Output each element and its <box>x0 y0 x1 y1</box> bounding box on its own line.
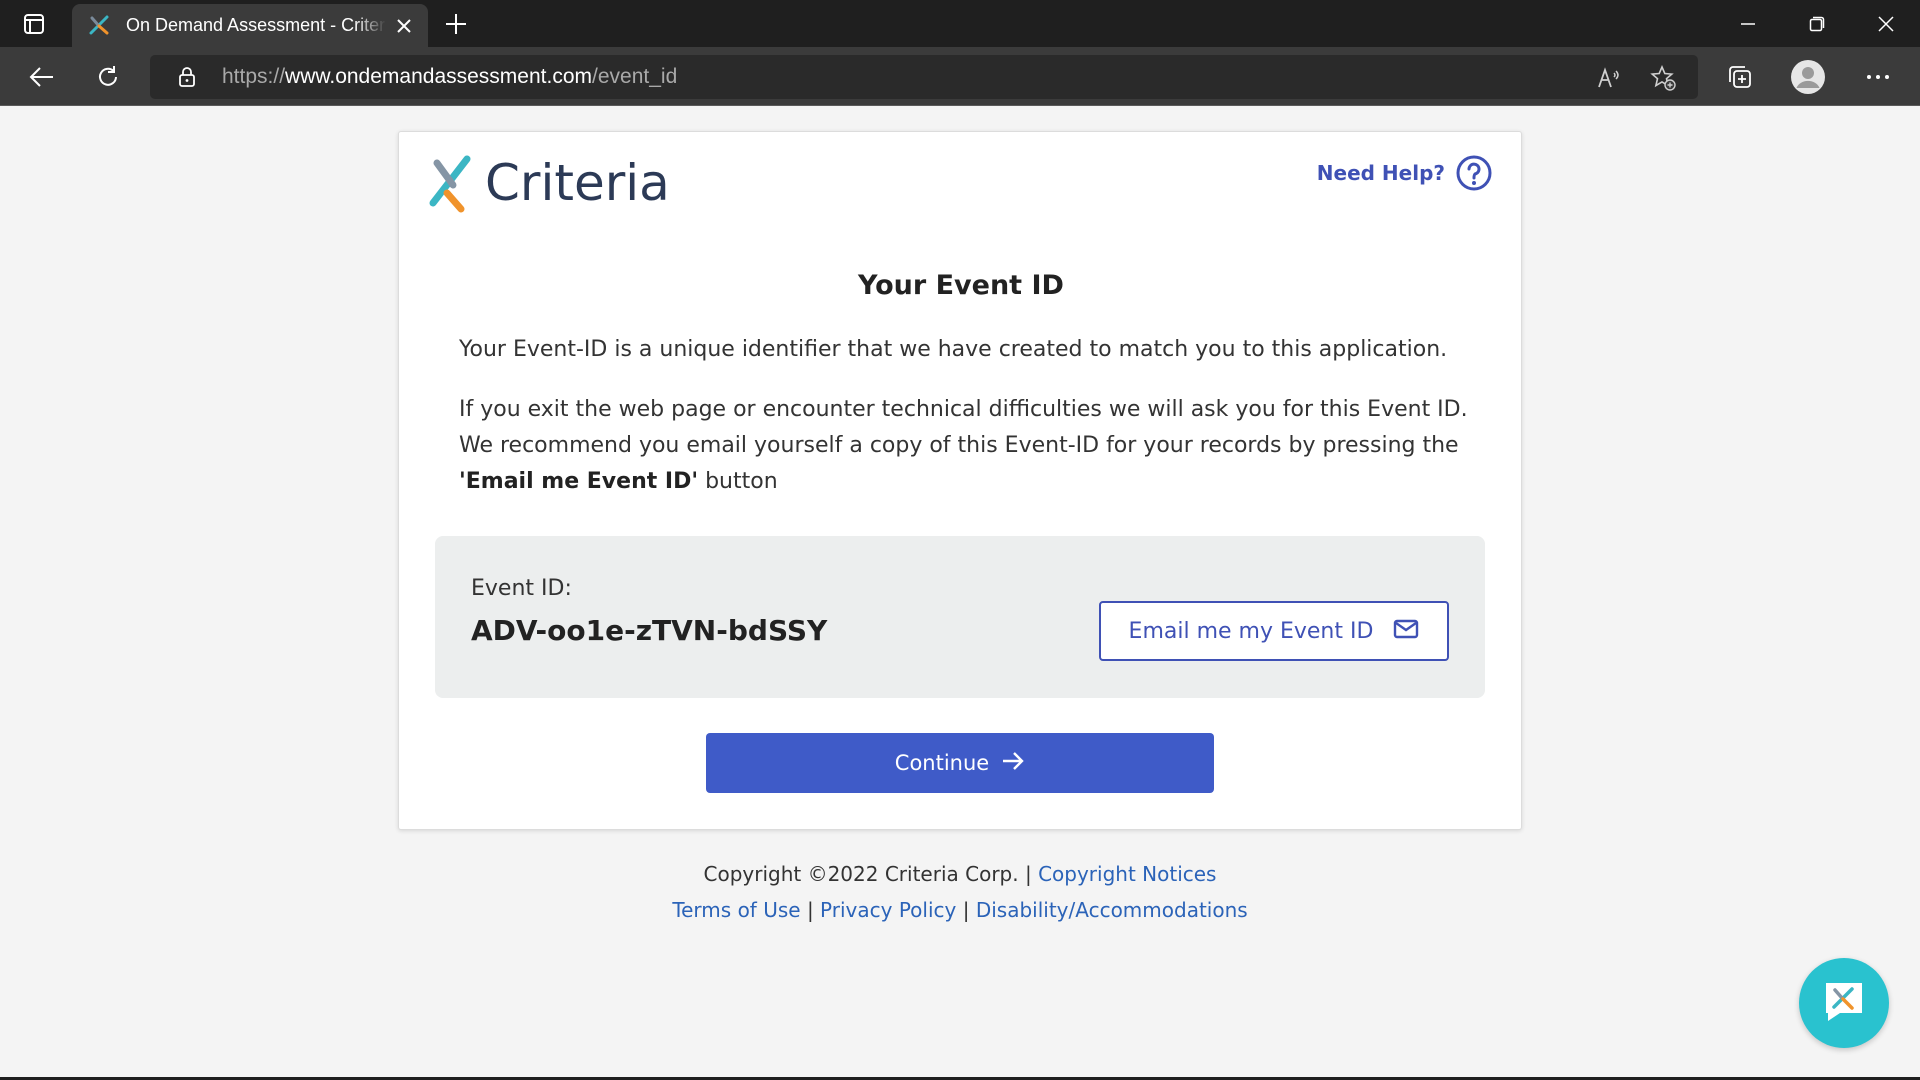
event-id-label: Event ID: <box>471 576 572 601</box>
page-title: Your Event ID <box>858 270 1064 301</box>
browser-tab-bar: On Demand Assessment - Criteria <box>0 0 1920 47</box>
copyright-notices-link[interactable]: Copyright Notices <box>1038 862 1216 886</box>
disability-accommodations-link[interactable]: Disability/Accommodations <box>976 898 1248 922</box>
add-favorite-icon[interactable] <box>1650 65 1676 91</box>
footer-copyright-line: Copyright ©2022 Criteria Corp. | Copyrig… <box>0 862 1920 886</box>
window-close-icon[interactable] <box>1871 10 1901 38</box>
address-bar[interactable]: https://www.ondemandassessment.com/event… <box>150 55 1698 99</box>
more-icon[interactable] <box>1862 61 1894 93</box>
close-icon[interactable] <box>392 14 416 38</box>
minimize-icon[interactable] <box>1733 10 1763 38</box>
privacy-policy-link[interactable]: Privacy Policy <box>820 898 956 922</box>
question-circle-icon <box>1455 154 1493 192</box>
need-help-link[interactable]: Need Help? <box>1317 154 1493 192</box>
email-event-id-button[interactable]: Email me my Event ID <box>1099 601 1449 661</box>
browser-tab[interactable]: On Demand Assessment - Criteria <box>72 4 428 47</box>
tab-actions-icon[interactable] <box>20 11 48 37</box>
continue-button-label: Continue <box>894 751 990 775</box>
chrome-divider <box>0 105 1920 106</box>
footer-links-line: Terms of Use | Privacy Policy | Disabili… <box>0 898 1920 922</box>
chat-widget-button[interactable] <box>1799 958 1889 1048</box>
event-id-card: Criteria Need Help? Your Event ID Your E… <box>398 131 1522 830</box>
url-text[interactable]: https://www.ondemandassessment.com/event… <box>222 66 677 88</box>
email-button-label: Email me my Event ID <box>1128 618 1374 644</box>
intro-paragraph: Your Event-ID is a unique identifier tha… <box>459 337 1448 362</box>
lock-icon[interactable] <box>176 66 198 88</box>
restore-icon[interactable] <box>1802 10 1832 38</box>
continue-button[interactable]: Continue <box>706 733 1214 793</box>
plus-icon[interactable] <box>442 10 470 38</box>
collections-icon[interactable] <box>1724 61 1756 93</box>
need-help-label: Need Help? <box>1316 161 1445 185</box>
terms-of-use-link[interactable]: Terms of Use <box>672 898 800 922</box>
criteria-logo[interactable]: Criteria <box>427 151 677 217</box>
profile-icon[interactable] <box>1790 59 1826 95</box>
copyright-text: Copyright ©2022 Criteria Corp. <box>703 862 1019 886</box>
chat-icon <box>1820 977 1868 1029</box>
tab-title: On Demand Assessment - Criteria <box>126 15 386 35</box>
event-id-panel: Event ID: ADV-oo1e-zTVN-bdSSY Email me m… <box>435 536 1485 698</box>
instructions-paragraph: If you exit the web page or encounter te… <box>459 397 1468 494</box>
refresh-icon[interactable] <box>92 61 124 93</box>
footer-separator: | <box>1024 862 1032 886</box>
back-arrow-icon[interactable] <box>26 61 58 93</box>
browser-toolbar: https://www.ondemandassessment.com/event… <box>0 47 1920 106</box>
read-aloud-icon[interactable] <box>1596 65 1622 91</box>
arrow-right-icon <box>1001 750 1025 776</box>
event-id-value: ADV-oo1e-zTVN-bdSSY <box>471 614 828 647</box>
footer-separator: | <box>962 898 970 922</box>
footer-separator: | <box>806 898 814 922</box>
logo-wordmark: Criteria <box>485 154 670 212</box>
criteria-favicon-icon <box>88 14 110 36</box>
envelope-icon <box>1393 619 1419 643</box>
